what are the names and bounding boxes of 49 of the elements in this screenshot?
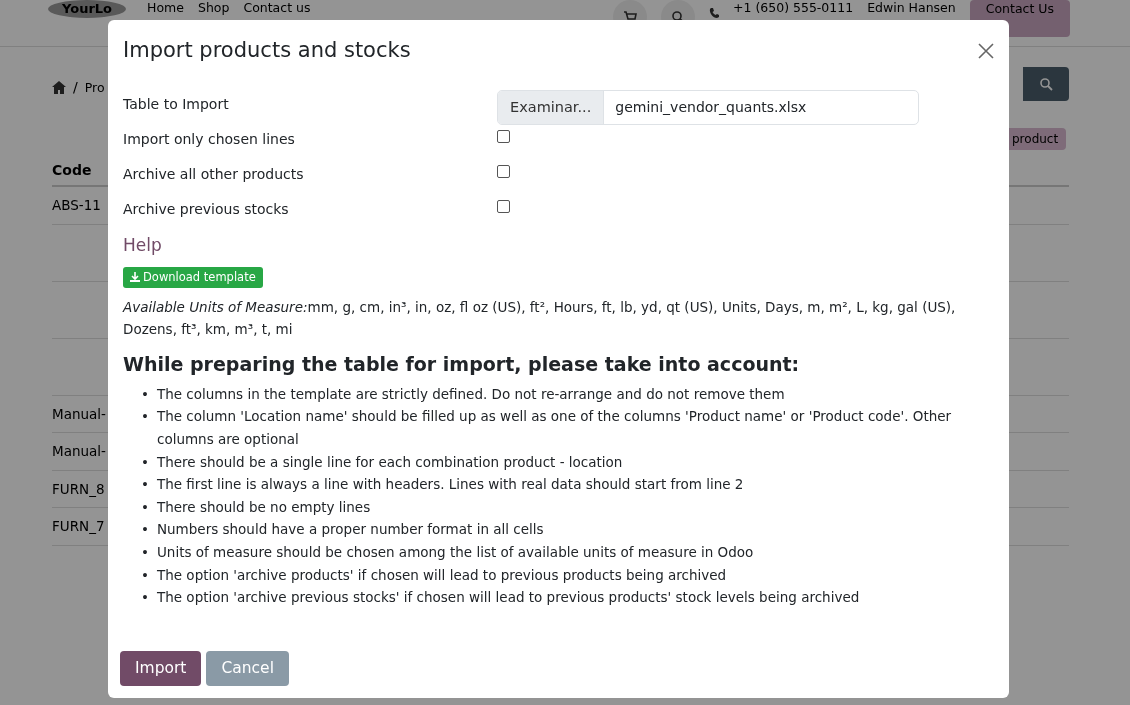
phone-icon [709, 7, 719, 19]
units-text: Available Units of Measure:mm, g, cm, in³, in, oz, fl oz (US), ft², Hours, ft, lb, yd, qt (US), Units, Days, m, m², L, kg, gal (US), Dozens, ft³, km, m³, t, mi [123, 298, 957, 340]
field-label: Import only chosen lines [123, 130, 296, 150]
field-label: Table to Import [123, 95, 230, 115]
bullet: • [141, 588, 149, 608]
breadcrumb-link[interactable]: Pro [84, 79, 105, 96]
note-item: The option 'archive previous stocks' if chosen will lead to previous products' stock levels being archived [156, 588, 860, 608]
bullet: • [141, 384, 149, 404]
dialog-title: Import products and stocks [123, 38, 411, 64]
note-item: Numbers should have a proper number format in all cells [156, 520, 544, 540]
note-item: There should be a single line for each combination product - location [156, 452, 623, 472]
note-item: Units of measure should be chosen among the list of available units of measure in Odoo [156, 542, 754, 562]
bullet: • [141, 520, 149, 540]
table-cell: ABS-11 [52, 197, 101, 213]
bullet: • [141, 497, 149, 517]
search-button[interactable] [1023, 67, 1069, 101]
note-item: There should be no empty lines [156, 497, 371, 517]
file-input[interactable]: Examinar... gemini_vendor_quants.xlsx [497, 90, 919, 126]
table-cell: Manual- [52, 405, 106, 422]
user-menu[interactable]: Edwin Hansen [867, 0, 956, 16]
note-item: The first line is always a line with headers. Lines with real data should start from line 2 [156, 475, 744, 495]
note-item: The option 'archive products' if chosen will lead to previous products being archived [156, 565, 727, 585]
checkbox[interactable] [497, 200, 510, 214]
bullet: • [141, 542, 149, 562]
nav-link[interactable]: Home [147, 0, 184, 16]
phone-number: +1 (650) 555-0111 [733, 0, 854, 16]
nav-link[interactable]: Contact us [243, 0, 311, 16]
bullet: • [141, 407, 149, 427]
note-item: The columns in the template are strictly defined. Do not re-arrange and do not remove them [156, 384, 785, 404]
notes-heading: While preparing the table for import, please take into account: [123, 352, 801, 378]
field-label: Archive all other products [123, 165, 305, 185]
breadcrumb-separator: / [73, 78, 78, 97]
bullet: • [141, 475, 149, 495]
help-heading: Help [123, 234, 163, 258]
bullet: • [141, 565, 149, 585]
home-icon[interactable] [52, 81, 66, 94]
table-cell: FURN_8 [52, 480, 105, 497]
download-icon [130, 272, 140, 283]
import-button[interactable]: Import [120, 650, 202, 686]
table-cell: Manual- [52, 443, 106, 459]
nav-link[interactable]: Shop [197, 0, 230, 16]
bullet: • [141, 452, 149, 472]
note-item: The column 'Location name' should be filled up as well as one of the columns 'Product name' or 'Product code'. Other columns are optional [156, 407, 953, 449]
table-cell: FURN_7 [52, 518, 105, 534]
field-label: Archive previous stocks [123, 200, 290, 220]
checkbox[interactable] [497, 165, 510, 179]
search-icon [1039, 77, 1053, 91]
column-header: Code [52, 162, 92, 178]
checkbox[interactable] [497, 130, 510, 144]
